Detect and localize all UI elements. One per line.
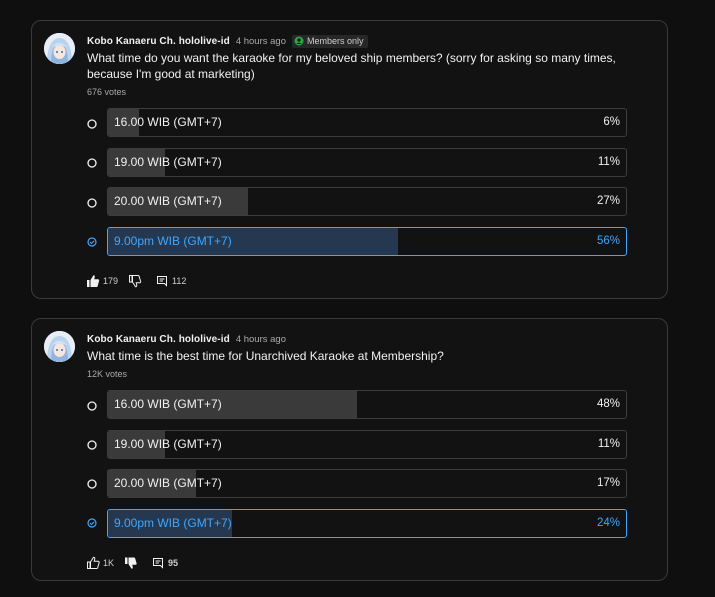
like-count: 1K [103,558,115,568]
community-post: Kobo Kanaeru Ch. hololive-id 4 hours ago… [31,318,668,581]
poll-option-label: 9.00pm WIB (GMT+7) [114,234,232,248]
radio-unselected-icon[interactable] [87,198,97,208]
vote-count: 12K votes [87,369,128,379]
post-actions: 179 112 [86,274,186,288]
channel-name[interactable]: Kobo Kanaeru Ch. hololive-id [87,334,230,345]
poll-option-label: 19.00 WIB (GMT+7) [114,155,222,169]
channel-name[interactable]: Kobo Kanaeru Ch. hololive-id [87,36,230,47]
radio-unselected-icon[interactable] [87,119,97,129]
poll-option-percent: 6% [603,116,620,128]
radio-unselected-icon[interactable] [87,158,97,168]
poll-option-label: 16.00 WIB (GMT+7) [114,397,222,411]
post-actions: 1K 95 [86,556,178,570]
channel-avatar[interactable] [44,331,75,362]
radio-unselected-icon[interactable] [87,440,97,450]
poll-option-percent: 17% [596,477,620,489]
thumbs-down-filled-icon[interactable] [124,556,138,570]
poll-question: What time is the best time for Unarchive… [87,349,444,363]
thumbs-up-filled-icon[interactable] [86,274,100,288]
radio-unselected-icon[interactable] [87,479,97,489]
poll-option-label: 19.00 WIB (GMT+7) [114,437,222,451]
poll-option-percent: 24% [596,517,620,529]
poll-question: What time do you want the karaoke for my… [87,51,616,81]
poll-option-percent: 48% [596,398,620,410]
poll-option-selected[interactable]: 9.00pm WIB (GMT+7) 56% [107,227,627,256]
poll-option[interactable]: 19.00 WIB (GMT+7) 11% [107,148,627,177]
radio-selected-check-icon[interactable] [87,237,97,247]
post-time[interactable]: 4 hours ago [236,36,286,47]
poll-option[interactable]: 20.00 WIB (GMT+7) 17% [107,469,627,498]
poll-option-percent: 56% [596,235,620,247]
post-time[interactable]: 4 hours ago [236,334,286,345]
thumbs-up-outline-icon[interactable] [86,556,100,570]
comment-count: 112 [172,276,187,286]
radio-unselected-icon[interactable] [87,401,97,411]
community-post: Kobo Kanaeru Ch. hololive-id 4 hours ago… [31,20,668,299]
poll-option-label: 20.00 WIB (GMT+7) [114,194,222,208]
members-only-badge: Members only [292,34,368,48]
poll-option-selected[interactable]: 9.00pm WIB (GMT+7) 24% [107,509,627,538]
poll-option-percent: 11% [597,156,620,168]
poll-option-label: 16.00 WIB (GMT+7) [114,115,222,129]
comment-count: 95 [168,558,179,568]
poll-option[interactable]: 16.00 WIB (GMT+7) 6% [107,108,627,137]
poll-option[interactable]: 16.00 WIB (GMT+7) 48% [107,390,627,419]
comment-icon[interactable] [156,275,168,287]
thumbs-down-outline-icon[interactable] [128,274,142,288]
members-badge-icon [294,36,304,46]
comment-icon[interactable] [152,557,164,569]
poll-option-percent: 27% [596,195,620,207]
poll-option-label: 20.00 WIB (GMT+7) [114,476,222,490]
radio-selected-check-icon[interactable] [87,518,97,528]
poll-option[interactable]: 19.00 WIB (GMT+7) 11% [107,430,627,459]
like-count: 179 [103,276,119,286]
channel-avatar[interactable] [44,33,75,64]
poll-option-percent: 11% [597,438,620,450]
vote-count: 676 votes [87,87,127,97]
poll-option[interactable]: 20.00 WIB (GMT+7) 27% [107,187,627,216]
poll-option-label: 9.00pm WIB (GMT+7) [114,516,232,530]
